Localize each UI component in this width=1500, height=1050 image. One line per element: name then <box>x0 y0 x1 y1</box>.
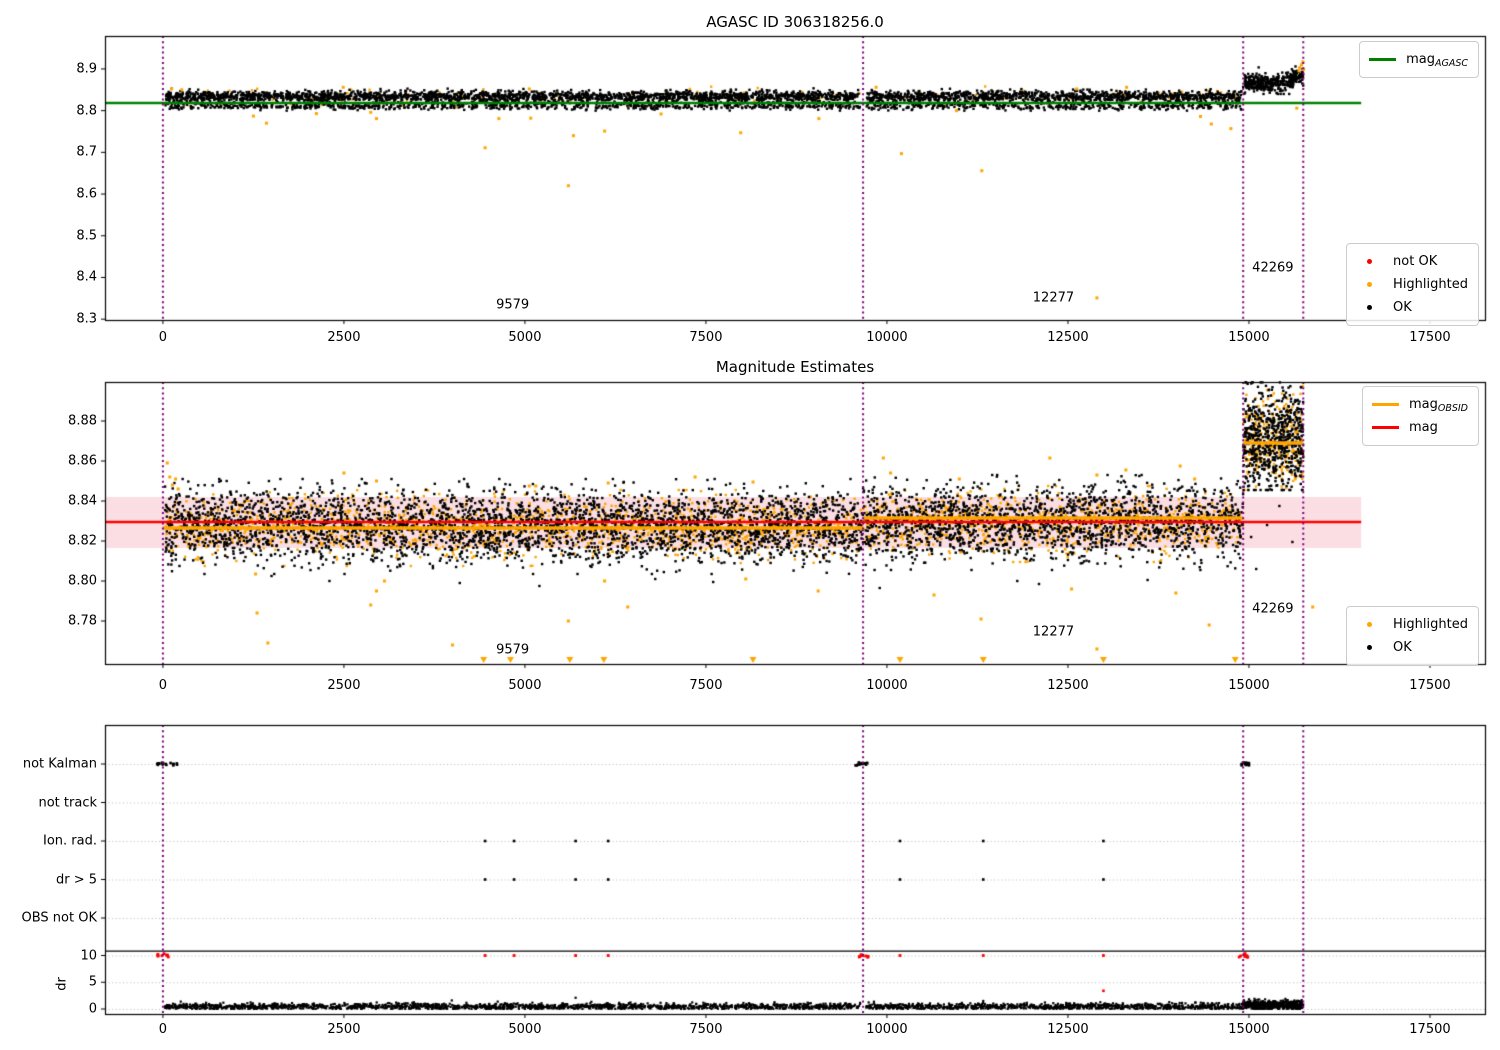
legend-label: OK <box>1393 640 1412 655</box>
dr-tick-label: 5 <box>88 974 97 990</box>
legend-item-highlighted: Highlighted <box>1356 613 1468 636</box>
plot2-title: Magnitude Estimates <box>715 358 875 376</box>
x-tick-label: 15000 <box>1228 678 1270 693</box>
category-label-not-kalman: not Kalman <box>22 756 97 772</box>
mag-agasc-line-swatch <box>1369 58 1397 61</box>
legend-item-highlighted: Highlighted <box>1356 273 1468 296</box>
mag-obsid-line-swatch <box>1371 403 1399 406</box>
dr-tick-label: 10 <box>80 948 97 963</box>
ok-dot-swatch <box>1367 305 1373 310</box>
legend-plot2-lines: magOBSID mag <box>1361 386 1479 446</box>
annotation-9579: 9579 <box>496 642 530 658</box>
mag-line-swatch <box>1371 426 1399 429</box>
y-tick-label: 8.4 <box>76 269 97 285</box>
figure: AGASC ID 306318256.0 Magnitude Estimates… <box>0 0 1500 1050</box>
legend-label: Highlighted <box>1393 277 1468 292</box>
y-tick-label: 8.82 <box>68 533 97 549</box>
x-tick-label: 2500 <box>327 330 361 345</box>
plot1-title: AGASC ID 306318256.0 <box>706 13 884 31</box>
x-tick-label: 10000 <box>866 678 908 693</box>
plot-canvas <box>0 0 1500 1050</box>
annotation-9579: 9579 <box>496 297 530 313</box>
y-tick-label: 8.84 <box>68 493 97 509</box>
category-label-not-track: not track <box>38 795 97 810</box>
y-tick-label: 8.8 <box>76 103 97 119</box>
y-tick-label: 8.78 <box>68 613 97 629</box>
y-tick-label: 8.6 <box>76 186 97 202</box>
x-tick-label: 10000 <box>866 330 908 345</box>
legend-item-mag: mag <box>1371 416 1468 439</box>
x-tick-label: 12500 <box>1047 1022 1089 1037</box>
x-tick-label: 7500 <box>689 1022 723 1037</box>
legend-label: OK <box>1393 300 1412 315</box>
legend-label: mag <box>1408 420 1438 435</box>
legend-label: Highlighted <box>1393 617 1468 632</box>
legend-label: magAGASC <box>1406 52 1468 69</box>
x-tick-label: 10000 <box>866 1022 908 1037</box>
y-tick-label: 8.9 <box>76 61 97 77</box>
x-tick-label: 5000 <box>508 678 542 693</box>
x-tick-label: 15000 <box>1228 1022 1270 1037</box>
x-tick-label: 15000 <box>1228 330 1270 345</box>
category-label-obs-not-ok: OBS not OK <box>21 910 98 926</box>
x-tick-label: 17500 <box>1409 1022 1451 1037</box>
legend-mag-agasc: magAGASC <box>1359 41 1479 78</box>
x-tick-label: 0 <box>158 678 168 693</box>
x-tick-label: 17500 <box>1409 678 1451 693</box>
x-tick-label: 7500 <box>689 330 723 345</box>
annotation-42269: 42269 <box>1252 601 1294 617</box>
legend-plot2-markers: Highlighted OK <box>1346 606 1479 666</box>
x-tick-label: 0 <box>158 330 168 345</box>
highlighted-dot-swatch <box>1367 622 1373 627</box>
category-label-ion-rad-: Ion. rad. <box>43 833 97 849</box>
y-tick-label: 8.88 <box>68 413 97 429</box>
highlighted-dot-swatch <box>1367 282 1373 287</box>
category-label-dr-5: dr > 5 <box>55 872 97 887</box>
x-tick-label: 12500 <box>1047 330 1089 345</box>
y-tick-label: 8.5 <box>76 228 97 244</box>
annotation-12277: 12277 <box>1032 290 1075 306</box>
legend-label: magOBSID <box>1408 397 1468 414</box>
legend-item-ok: OK <box>1356 296 1468 319</box>
legend-item-mag-obsid: magOBSID <box>1371 393 1468 416</box>
annotation-12277: 12277 <box>1032 624 1075 640</box>
y-tick-label: 8.80 <box>68 573 97 589</box>
x-tick-label: 12500 <box>1047 678 1089 693</box>
not-ok-dot-swatch <box>1367 259 1373 264</box>
y-tick-label: 8.86 <box>68 453 97 469</box>
x-tick-label: 5000 <box>508 330 542 345</box>
y-tick-label: 8.7 <box>76 144 97 160</box>
dr-tick-label: 0 <box>88 1001 97 1017</box>
legend-label: not OK <box>1393 254 1438 269</box>
x-tick-label: 2500 <box>327 1022 361 1037</box>
x-tick-label: 5000 <box>508 1022 542 1037</box>
legend-item-ok: OK <box>1356 636 1468 659</box>
x-tick-label: 17500 <box>1409 330 1451 345</box>
legend-plot1-markers: not OK Highlighted OK <box>1346 243 1479 326</box>
legend-item-not-ok: not OK <box>1356 250 1468 273</box>
x-tick-label: 0 <box>158 1022 168 1037</box>
ok-dot-swatch <box>1367 645 1373 650</box>
y-tick-label: 8.3 <box>76 311 97 327</box>
annotation-42269: 42269 <box>1252 260 1294 276</box>
x-tick-label: 7500 <box>689 678 723 693</box>
legend-item-mag-agasc: magAGASC <box>1369 48 1468 71</box>
x-tick-label: 2500 <box>327 678 361 693</box>
